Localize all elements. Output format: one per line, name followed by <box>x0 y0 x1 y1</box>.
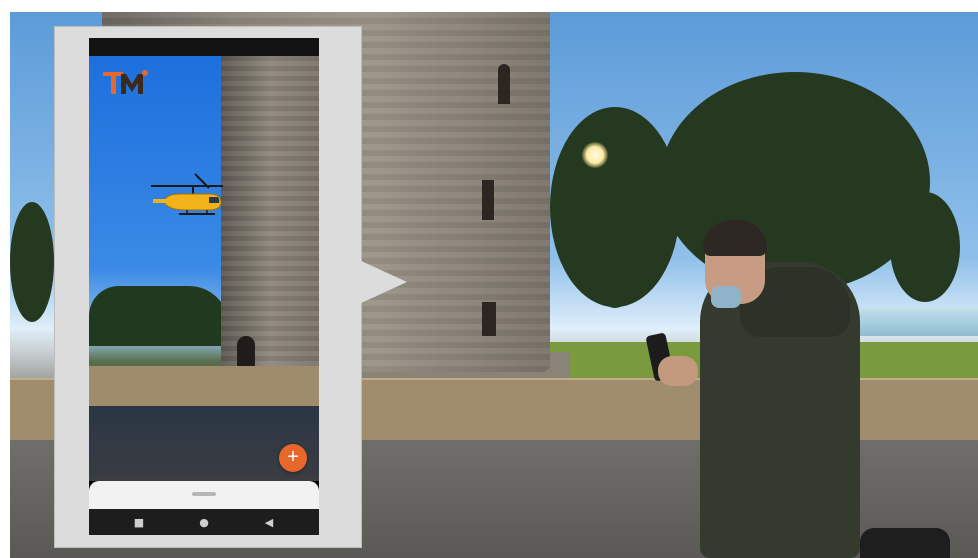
bottom-sheet-handle[interactable] <box>192 492 216 496</box>
tree-far-right <box>890 192 960 302</box>
tree-mid <box>550 107 680 307</box>
home-icon[interactable]: ● <box>189 516 219 529</box>
ar-camera-view[interactable]: + <box>89 56 319 481</box>
recents-icon[interactable]: ■ <box>124 516 154 529</box>
tower-window <box>482 302 496 336</box>
phone-screen: + ■ ● ◀ <box>89 38 319 535</box>
tm-logo-icon <box>103 70 148 94</box>
face-mask <box>711 286 741 308</box>
callout-pointer <box>359 260 407 304</box>
tower-window <box>482 180 494 220</box>
ar-tower <box>221 56 319 401</box>
tower-window <box>498 64 510 104</box>
add-button[interactable]: + <box>279 444 307 472</box>
android-nav-bar: ■ ● ◀ <box>89 509 319 535</box>
tree-small <box>602 282 628 308</box>
hand <box>658 356 698 386</box>
bag <box>860 528 950 558</box>
tree-left <box>10 202 54 322</box>
status-bar <box>89 38 319 56</box>
helicopter-icon[interactable] <box>151 172 227 220</box>
back-icon[interactable]: ◀ <box>254 516 284 529</box>
sun <box>582 142 608 168</box>
tree-right <box>660 72 930 292</box>
ar-wall <box>89 366 319 406</box>
bottom-sheet[interactable] <box>89 481 319 509</box>
ar-trees <box>89 286 229 346</box>
